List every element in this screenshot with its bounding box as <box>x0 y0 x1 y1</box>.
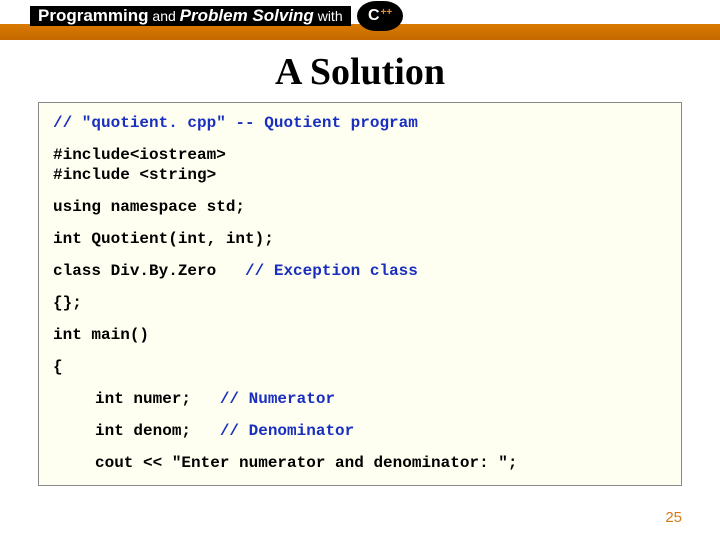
code-var: int denom; // Denominator <box>53 421 667 441</box>
code-class-body: {}; <box>53 293 667 313</box>
code-text: class Div.By.Zero <box>53 262 216 280</box>
code-include: #include <string> <box>53 165 667 185</box>
code-brace: { <box>53 357 667 377</box>
code-cout: cout << "Enter numerator and denominator… <box>53 453 667 473</box>
code-comment: // Exception class <box>216 262 418 280</box>
cpp-logo: C++ <box>357 1 403 31</box>
code-text: int denom; <box>95 422 191 440</box>
title-programming: Programming <box>38 6 149 25</box>
code-prototype: int Quotient(int, int); <box>53 229 667 249</box>
code-text: int numer; <box>95 390 191 408</box>
logo-plusplus: ++ <box>381 7 393 18</box>
title-with: with <box>314 8 343 24</box>
book-title: Programming and Problem Solving with <box>30 6 351 26</box>
page-number: 25 <box>665 509 682 526</box>
code-include: #include<iostream> <box>53 145 667 165</box>
code-comment: // "quotient. cpp" -- Quotient program <box>53 113 667 133</box>
code-using: using namespace std; <box>53 197 667 217</box>
logo-c: C <box>368 7 380 25</box>
code-var: int numer; // Numerator <box>53 389 667 409</box>
title-and: and <box>149 8 180 24</box>
title-problem-solving: Problem Solving <box>180 6 314 25</box>
code-main: int main() <box>53 325 667 345</box>
code-class-decl: class Div.By.Zero // Exception class <box>53 261 667 281</box>
code-comment: // Denominator <box>191 422 354 440</box>
slide-title: A Solution <box>0 50 720 94</box>
book-header: Programming and Problem Solving with C++ <box>0 0 720 40</box>
code-block: // "quotient. cpp" -- Quotient program #… <box>38 102 682 486</box>
code-comment: // Numerator <box>191 390 335 408</box>
